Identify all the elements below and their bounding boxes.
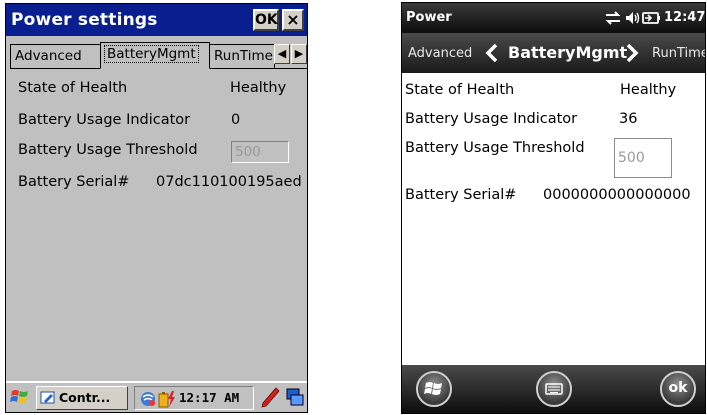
tab-scroll-left-icon[interactable]: ◀ bbox=[274, 44, 290, 64]
tab-advanced[interactable]: Advanced bbox=[10, 44, 101, 68]
close-button[interactable]: × bbox=[282, 9, 304, 31]
volume-icon[interactable] bbox=[624, 9, 642, 27]
tab-runtime[interactable]: RunTime bbox=[652, 46, 705, 61]
window-title: Power settings bbox=[11, 10, 158, 30]
windows-logo-icon bbox=[424, 382, 442, 395]
status-time[interactable]: 12:47 bbox=[664, 10, 705, 25]
sync-arrows-icon[interactable] bbox=[604, 9, 622, 27]
tab-scroll-arrows: ◀ ▶ bbox=[274, 44, 307, 66]
pivot-tab-bar: Advanced BatteryMgmt RunTime bbox=[402, 33, 705, 73]
tab-batterymgmt-label: BatteryMgmt bbox=[104, 45, 199, 63]
tab-advanced-label: Advanced bbox=[15, 48, 82, 64]
task-label: Contr... bbox=[59, 390, 111, 405]
serial-value: 0000000000000000 bbox=[543, 187, 691, 203]
battery-charging-icon[interactable] bbox=[157, 389, 177, 409]
tab-runtime[interactable]: RunTime bbox=[209, 44, 275, 68]
tab-batterymgmt[interactable]: BatteryMgmt bbox=[508, 43, 627, 62]
keyboard-button[interactable] bbox=[536, 371, 572, 407]
ok-softkey-button[interactable]: ok bbox=[660, 371, 696, 407]
health-label: State of Health bbox=[18, 80, 128, 96]
control-panel-icon bbox=[40, 391, 55, 404]
ok-button[interactable]: OK bbox=[253, 9, 279, 31]
tab-strip: Advanced BatteryMgmt RunTime ◀ ▶ bbox=[6, 42, 307, 69]
chevron-right-icon[interactable] bbox=[624, 42, 640, 64]
show-desktop-icon[interactable] bbox=[285, 386, 305, 410]
usage-label: Battery Usage Indicator bbox=[405, 111, 578, 127]
tab-advanced[interactable]: Advanced bbox=[408, 46, 472, 61]
ce-power-settings-window: Power settings OK × Advanced BatteryMgmt… bbox=[5, 3, 308, 413]
wm-power-settings-screen: Power 12:47 Advanced BatteryMgmt RunTime… bbox=[401, 2, 706, 414]
threshold-input[interactable]: 500 bbox=[231, 141, 289, 163]
tab-scroll-right-icon[interactable]: ▶ bbox=[291, 44, 307, 64]
status-title: Power bbox=[406, 10, 452, 25]
usage-value: 36 bbox=[619, 111, 638, 127]
chevron-left-icon[interactable] bbox=[484, 42, 500, 64]
usage-value: 0 bbox=[231, 112, 241, 128]
softkey-bar: ok bbox=[402, 365, 705, 413]
tab-runtime-label: RunTime bbox=[214, 48, 273, 64]
windows-start-icon[interactable] bbox=[9, 386, 31, 408]
keyboard-icon bbox=[545, 383, 563, 395]
serial-value: 07dc110100195aed bbox=[156, 174, 302, 190]
health-label: State of Health bbox=[405, 82, 515, 98]
battery-charging-icon[interactable] bbox=[642, 9, 662, 27]
title-bar: Power settings OK × bbox=[6, 4, 307, 36]
network-icon[interactable] bbox=[139, 390, 157, 408]
threshold-label: Battery Usage Threshold bbox=[18, 142, 198, 158]
tab-batterymgmt[interactable]: BatteryMgmt bbox=[100, 42, 210, 69]
taskbar: Contr... 12:17 AM bbox=[6, 381, 307, 412]
usage-label: Battery Usage Indicator bbox=[18, 112, 191, 128]
clock[interactable]: 12:17 AM bbox=[179, 390, 239, 405]
status-bar: Power 12:47 bbox=[402, 3, 705, 33]
threshold-label: Battery Usage Threshold bbox=[405, 140, 585, 156]
serial-label: Battery Serial# bbox=[18, 174, 130, 190]
health-value: Healthy bbox=[620, 82, 677, 98]
serial-label: Battery Serial# bbox=[405, 187, 517, 203]
threshold-input[interactable]: 500 bbox=[614, 138, 672, 178]
start-button[interactable] bbox=[416, 371, 452, 407]
health-value: Healthy bbox=[230, 80, 287, 96]
task-control-panel-button[interactable]: Contr... bbox=[36, 386, 128, 410]
system-tray: 12:17 AM bbox=[134, 386, 254, 410]
input-pen-icon[interactable] bbox=[259, 386, 281, 410]
